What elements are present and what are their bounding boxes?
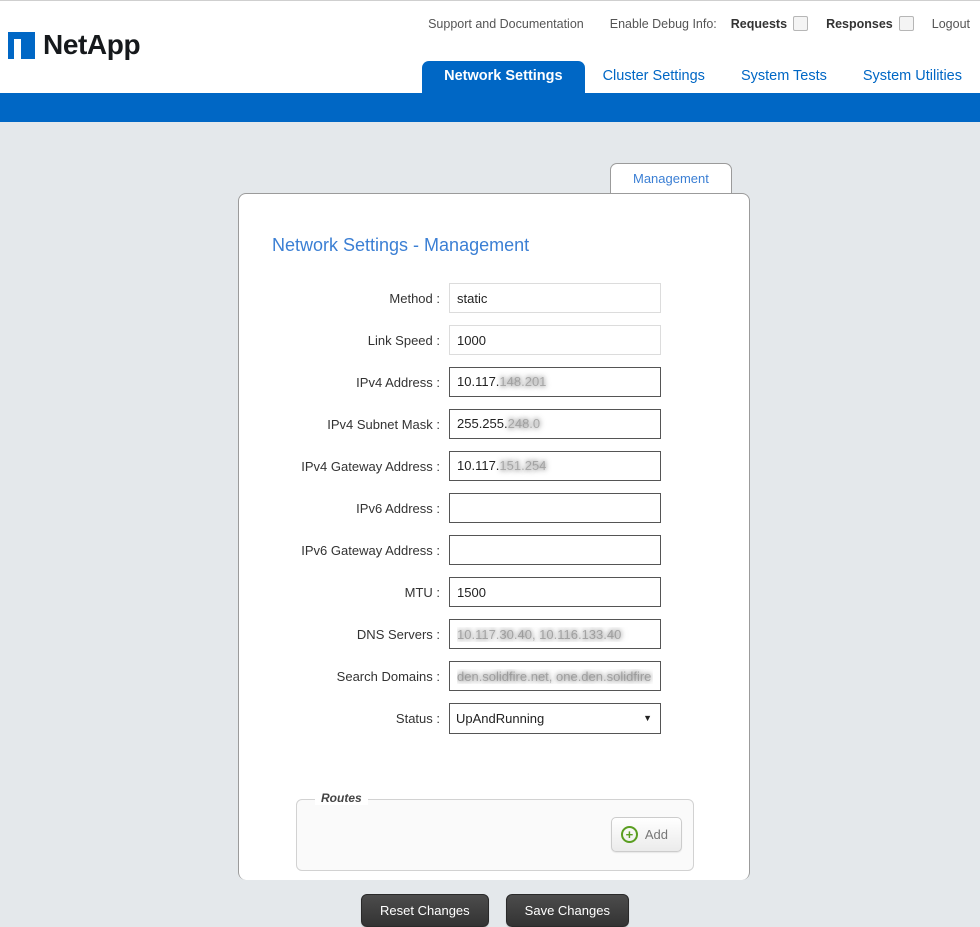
status-select[interactable]: UpAndRunning ▼: [449, 702, 661, 734]
responses-checkbox[interactable]: [898, 16, 914, 31]
ipv4-subnet-mask-value: 255.255.: [457, 416, 508, 431]
requests-checkbox[interactable]: [793, 16, 809, 31]
link-speed-label: Link Speed :: [367, 332, 440, 348]
routes-fieldset: Routes + Add: [296, 791, 694, 871]
mtu-input[interactable]: [449, 577, 661, 607]
form-row-search-domains: Search Domains :: [239, 655, 751, 697]
netapp-logo-icon: [8, 31, 35, 59]
reset-changes-button[interactable]: Reset Changes: [361, 894, 489, 927]
form-row-mtu: MTU :: [239, 571, 751, 613]
sub-tab-row: Management: [610, 163, 732, 193]
status-selected-value: UpAndRunning: [456, 710, 545, 726]
search-domains-label: Search Domains :: [336, 668, 440, 684]
form-row-ipv4-subnet-mask: IPv4 Subnet Mask : 255.255.248.0: [239, 403, 751, 445]
ipv4-subnet-mask-label: IPv4 Subnet Mask :: [327, 416, 440, 432]
form-row-status: Status : UpAndRunning ▼: [239, 697, 751, 739]
add-route-button[interactable]: + Add: [610, 817, 682, 852]
chevron-down-icon: ▼: [643, 713, 652, 723]
ipv4-address-redacted-value: 148.201: [499, 374, 547, 389]
add-route-label: Add: [644, 827, 668, 842]
form-row-link-speed: Link Speed :: [239, 319, 751, 361]
network-settings-form: Method : Link Speed : IPv4 Address : 10.117…: [239, 277, 751, 739]
save-changes-button[interactable]: Save Changes: [505, 894, 629, 927]
link-speed-input[interactable]: [449, 325, 661, 355]
form-row-ipv6-gateway-address: IPv6 Gateway Address :: [239, 529, 751, 571]
plus-circle-icon: +: [620, 826, 638, 843]
ipv4-gateway-address-label: IPv4 Gateway Address :: [301, 458, 440, 474]
utility-nav: Support and Documentation Enable Debug I…: [428, 16, 976, 31]
ipv4-address-label: IPv4 Address :: [356, 374, 440, 390]
method-label: Method :: [389, 290, 440, 306]
header-bar: Support and Documentation Enable Debug I…: [0, 0, 980, 94]
ipv4-gateway-address-redacted-value: 151.254: [499, 458, 547, 473]
ipv6-address-label: IPv6 Address :: [356, 500, 440, 516]
page-title: Network Settings - Management: [272, 235, 530, 255]
nav-tab-system-tests[interactable]: System Tests: [723, 61, 845, 94]
ipv6-address-input[interactable]: [449, 493, 661, 523]
form-actions: Reset Changes Save Changes: [239, 894, 751, 927]
support-and-documentation-link[interactable]: Support and Documentation: [428, 17, 584, 31]
method-input[interactable]: [449, 283, 661, 313]
main-nav-tabs: Network Settings Cluster Settings System T…: [0, 61, 980, 94]
sub-tab-management[interactable]: Management: [610, 163, 732, 193]
search-domains-input[interactable]: [449, 661, 661, 691]
management-panel: Network Settings - Management Method : Li…: [238, 193, 751, 927]
requests-label: Requests: [730, 16, 788, 31]
netapp-logo[interactable]: NetApp: [8, 29, 141, 61]
brand-name: NetApp: [43, 29, 141, 60]
ipv4-gateway-address-value: 10.117.: [457, 458, 500, 473]
ipv6-gateway-address-input[interactable]: [449, 535, 661, 565]
routes-legend: Routes: [315, 791, 368, 805]
form-row-ipv6-address: IPv6 Address :: [239, 487, 751, 529]
ipv4-address-input[interactable]: 10.117.148.201: [449, 367, 661, 397]
nav-accent-bar: [0, 93, 980, 122]
logout-link[interactable]: Logout: [932, 17, 970, 31]
ipv4-address-value: 10.117.: [457, 374, 500, 389]
status-label: Status :: [395, 710, 440, 726]
content-area: Management Network Settings - Management…: [0, 122, 980, 927]
form-row-method: Method :: [239, 277, 751, 319]
mtu-label: MTU :: [404, 584, 440, 600]
form-row-dns-servers: DNS Servers :: [239, 613, 751, 655]
nav-tab-system-utilities[interactable]: System Utilities: [845, 61, 980, 94]
ipv4-subnet-mask-redacted-value: 248.0: [507, 416, 541, 431]
ipv4-gateway-address-input[interactable]: 10.117.151.254: [449, 451, 661, 481]
nav-tab-network-settings[interactable]: Network Settings: [422, 61, 585, 94]
dns-servers-label: DNS Servers :: [356, 626, 440, 642]
responses-label: Responses: [826, 16, 893, 31]
ipv4-subnet-mask-input[interactable]: 255.255.248.0: [449, 409, 661, 439]
form-row-ipv4-address: IPv4 Address : 10.117.148.201: [239, 361, 751, 403]
nav-tab-cluster-settings[interactable]: Cluster Settings: [585, 61, 723, 94]
ipv6-gateway-address-label: IPv6 Gateway Address :: [301, 542, 440, 558]
enable-debug-info-label: Enable Debug Info:: [609, 16, 717, 31]
form-row-ipv4-gateway-address: IPv4 Gateway Address : 10.117.151.254: [239, 445, 751, 487]
dns-servers-input[interactable]: [449, 619, 661, 649]
